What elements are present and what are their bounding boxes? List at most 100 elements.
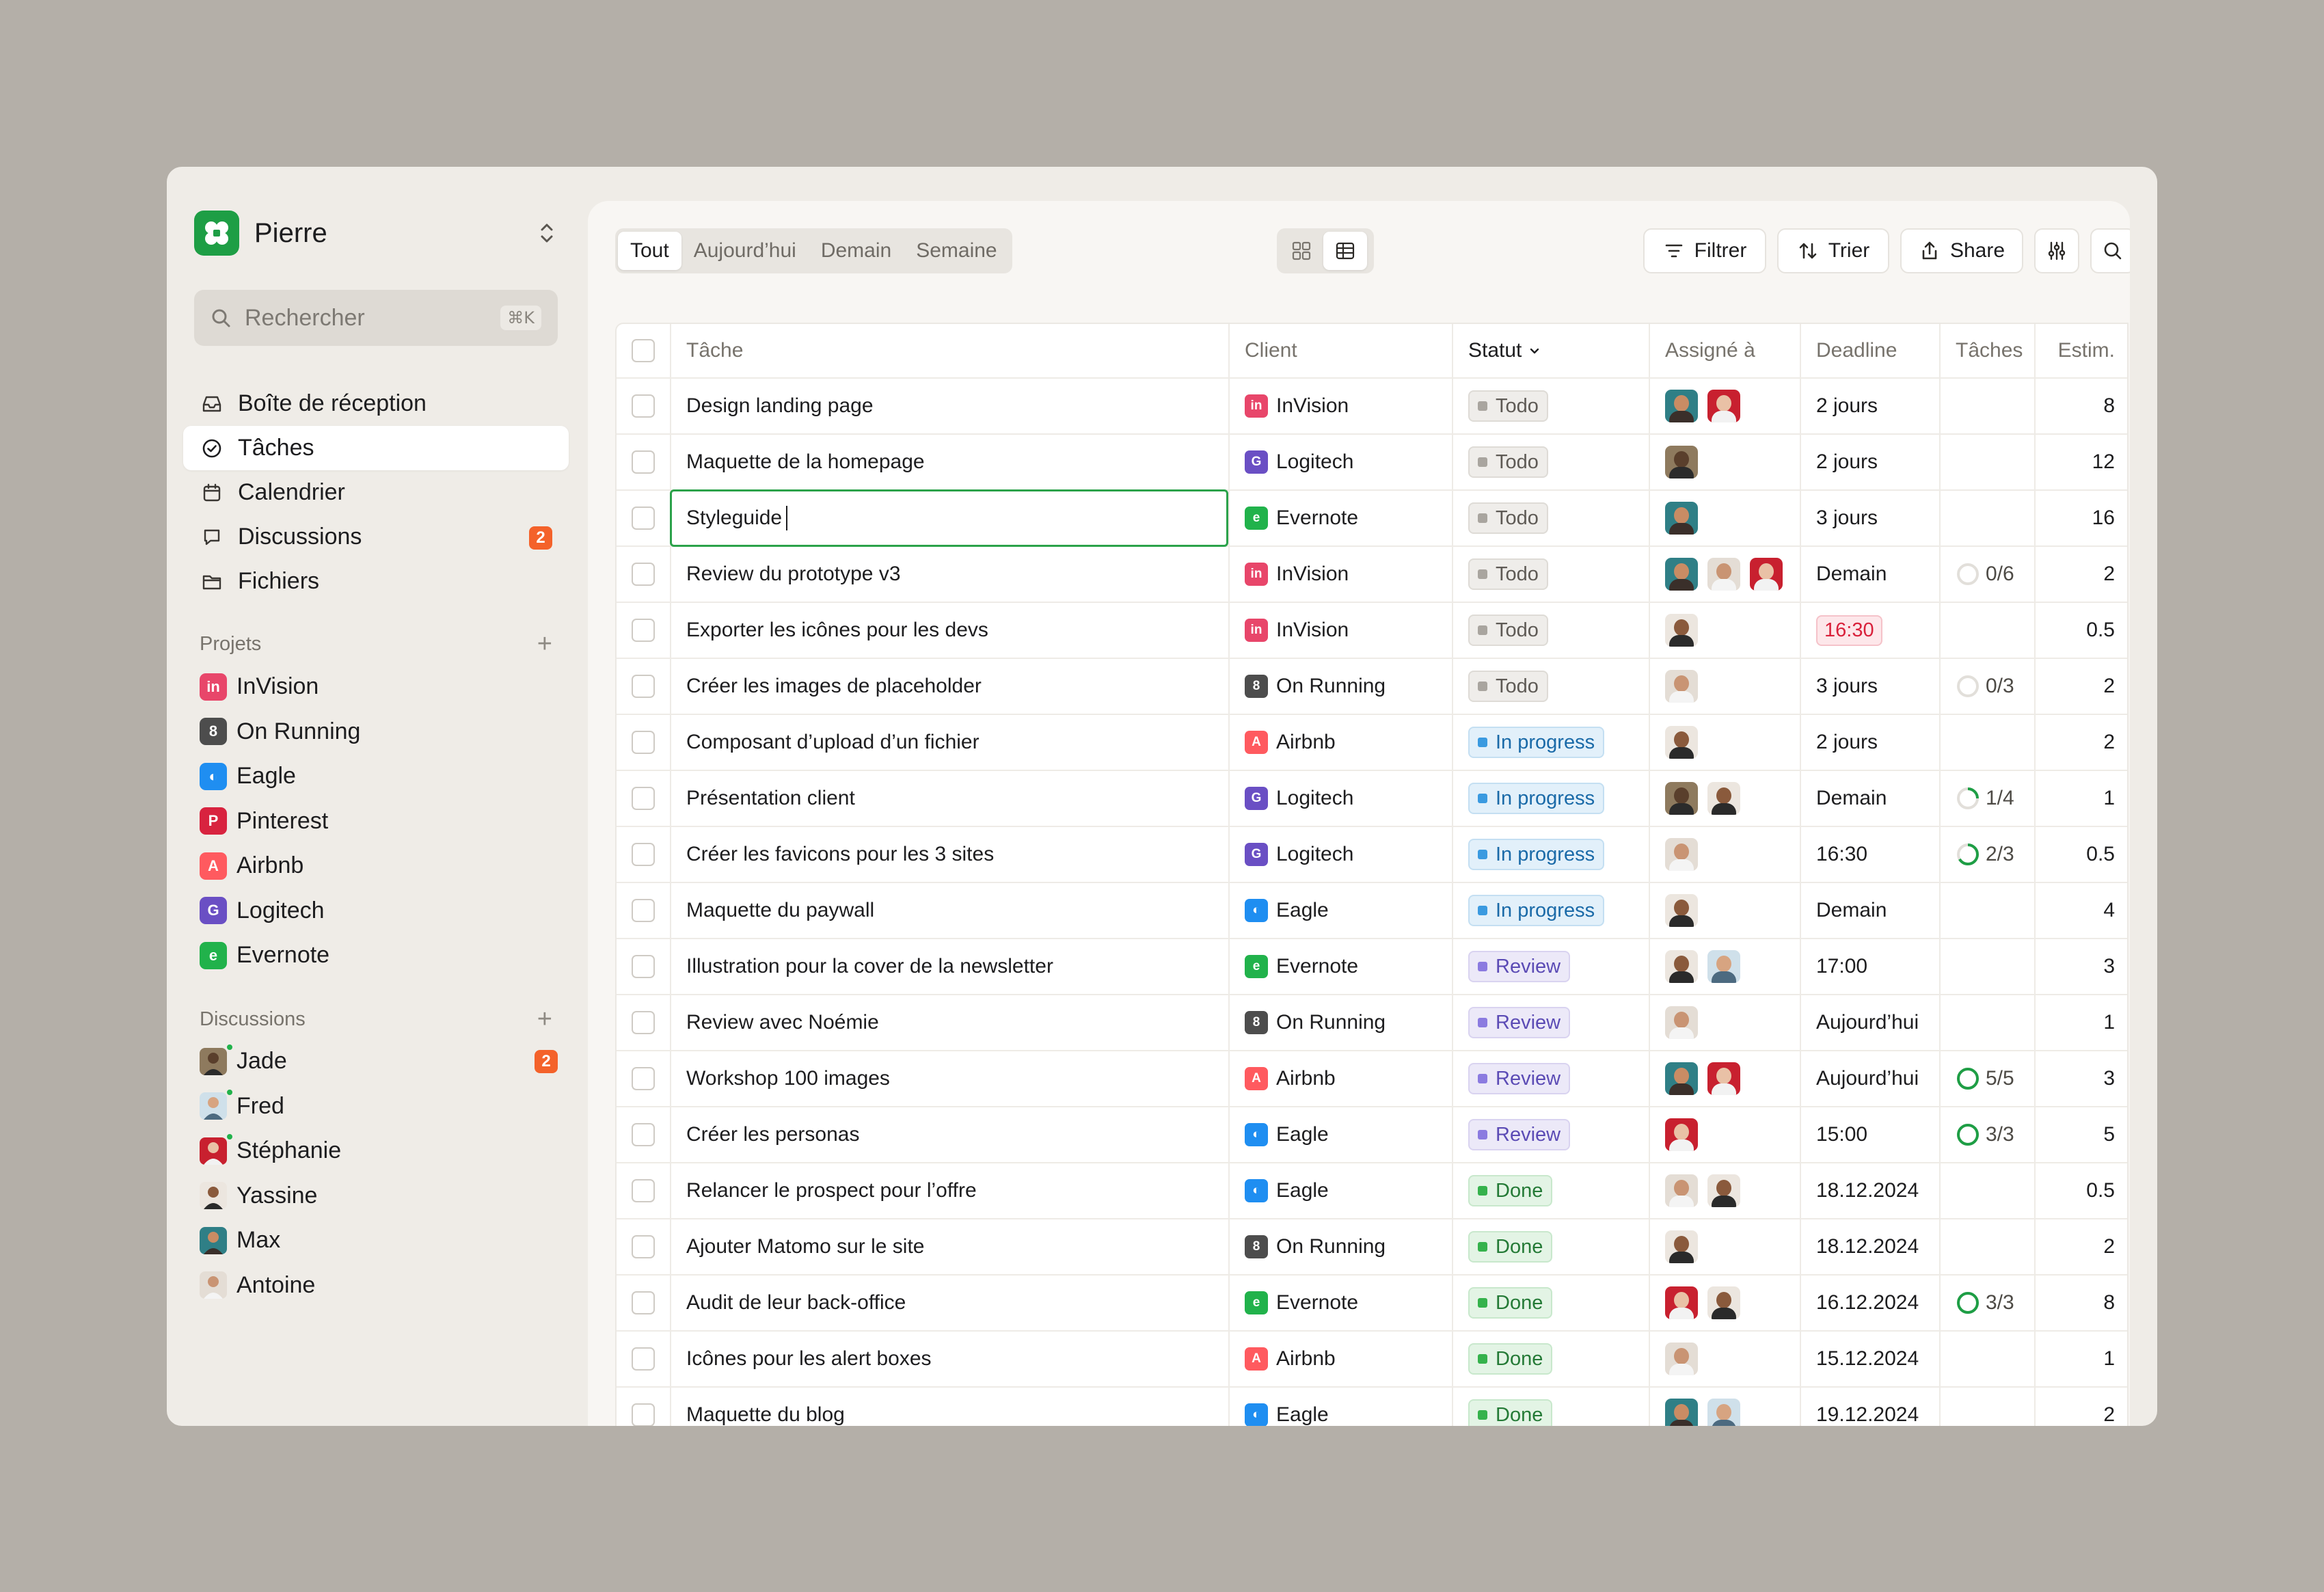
header-deadline[interactable]: Deadline	[1801, 324, 1941, 377]
task-cell[interactable]: Icônes pour les alert boxes	[671, 1332, 1230, 1386]
row-checkbox[interactable]	[632, 1235, 655, 1258]
client-cell[interactable]: A Airbnb	[1230, 1051, 1453, 1106]
nav-item-tasks[interactable]: Tâches	[183, 426, 569, 470]
task-cell[interactable]: Maquette de la homepage	[671, 435, 1230, 489]
table-row[interactable]: Maquette du blog ◐ Eagle Done 19.12.2024 2	[617, 1388, 2127, 1426]
select-all-checkbox[interactable]	[632, 339, 655, 362]
deadline-cell[interactable]: 18.12.2024	[1801, 1163, 1941, 1218]
status-badge[interactable]: Done	[1468, 1399, 1553, 1426]
client-cell[interactable]: G Logitech	[1230, 827, 1453, 882]
deadline-cell[interactable]: 3 jours	[1801, 659, 1941, 714]
discussion-item-antoine[interactable]: Antoine	[200, 1263, 558, 1308]
task-cell[interactable]: Maquette du paywall	[671, 883, 1230, 938]
row-checkbox[interactable]	[632, 675, 655, 698]
avatar-jade[interactable]	[1665, 782, 1698, 815]
row-checkbox[interactable]	[632, 1011, 655, 1034]
deadline-cell[interactable]: Aujourd’hui	[1801, 1051, 1941, 1106]
client-cell[interactable]: 8 On Running	[1230, 995, 1453, 1050]
add-discussion-icon[interactable]: +	[537, 1006, 552, 1032]
subtasks-cell[interactable]: 1/4	[1941, 771, 2036, 826]
deadline-cell[interactable]: Demain	[1801, 771, 1941, 826]
nav-item-files[interactable]: Fichiers	[183, 559, 569, 604]
task-cell[interactable]: Composant d’upload d’un fichier	[671, 715, 1230, 770]
subtasks-cell[interactable]	[1941, 379, 2036, 433]
estimate-cell[interactable]: 0.5	[2036, 603, 2130, 658]
subtasks-cell[interactable]	[1941, 883, 2036, 938]
task-cell[interactable]: Review avec Noémie	[671, 995, 1230, 1050]
estimate-cell[interactable]: 1	[2036, 995, 2130, 1050]
discussion-item-stephanie[interactable]: Stéphanie	[200, 1129, 558, 1174]
deadline-cell[interactable]: 19.12.2024	[1801, 1388, 1941, 1426]
row-checkbox[interactable]	[632, 1347, 655, 1371]
estimate-cell[interactable]: 2	[2036, 547, 2130, 602]
subtasks-cell[interactable]	[1941, 715, 2036, 770]
task-cell[interactable]: Styleguide	[670, 489, 1230, 547]
task-cell[interactable]: Relancer le prospect pour l’offre	[671, 1163, 1230, 1218]
status-cell[interactable]: Todo	[1453, 379, 1650, 433]
estimate-cell[interactable]: 2	[2036, 1388, 2130, 1426]
table-row[interactable]: Créer les favicons pour les 3 sites G Logi…	[617, 827, 2127, 883]
table-row[interactable]: Styleguide e Evernote Todo 3 jours 16	[617, 489, 2127, 547]
avatar-antoine[interactable]	[1665, 1006, 1698, 1039]
project-item-pinterest[interactable]: P Pinterest	[200, 799, 558, 844]
deadline-cell[interactable]: 18.12.2024	[1801, 1219, 1941, 1274]
deadline-cell[interactable]: Demain	[1801, 547, 1941, 602]
deadline-cell[interactable]: 2 jours	[1801, 379, 1941, 433]
task-cell[interactable]: Créer les images de placeholder	[671, 659, 1230, 714]
task-cell[interactable]: Présentation client	[671, 771, 1230, 826]
deadline-cell[interactable]: 16:30	[1801, 827, 1941, 882]
row-checkbox[interactable]	[632, 1403, 655, 1426]
table-row[interactable]: Icônes pour les alert boxes A Airbnb Done 15…	[617, 1332, 2127, 1388]
row-checkbox[interactable]	[632, 394, 655, 418]
estimate-cell[interactable]: 4	[2036, 883, 2130, 938]
tab-all[interactable]: Tout	[618, 232, 681, 270]
estimate-cell[interactable]: 2	[2036, 715, 2130, 770]
status-badge[interactable]: Done	[1468, 1175, 1553, 1206]
nav-item-discussions[interactable]: Discussions 2	[183, 515, 569, 559]
subtasks-cell[interactable]	[1941, 603, 2036, 658]
avatar-yassine[interactable]	[1665, 726, 1698, 759]
status-cell[interactable]: Done	[1453, 1388, 1650, 1426]
table-row[interactable]: Maquette de la homepage G Logitech Todo 2 jo…	[617, 435, 2127, 491]
estimate-cell[interactable]: 1	[2036, 1332, 2130, 1386]
grid-view-button[interactable]	[1280, 232, 1323, 270]
header-task[interactable]: Tâche	[671, 324, 1230, 377]
client-cell[interactable]: ◐ Eagle	[1230, 1163, 1453, 1218]
avatar-max[interactable]	[1665, 390, 1698, 422]
client-cell[interactable]: e Evernote	[1230, 939, 1453, 994]
deadline-cell[interactable]: 15.12.2024	[1801, 1332, 1941, 1386]
nav-item-calendar[interactable]: Calendrier	[183, 470, 569, 515]
assignees-cell[interactable]	[1650, 1388, 1801, 1426]
status-badge[interactable]: Done	[1468, 1231, 1553, 1263]
avatar-yassine[interactable]	[1665, 950, 1698, 983]
avatar-stephanie[interactable]	[1750, 558, 1783, 591]
row-checkbox[interactable]	[632, 1291, 655, 1314]
table-row[interactable]: Review avec Noémie 8 On Running Review Aujou…	[617, 995, 2127, 1051]
avatar-stephanie[interactable]	[1665, 1118, 1698, 1151]
status-badge[interactable]: Todo	[1468, 446, 1548, 478]
status-cell[interactable]: Review	[1453, 1107, 1650, 1162]
status-badge[interactable]: In progress	[1468, 895, 1605, 926]
assignees-cell[interactable]	[1650, 827, 1801, 882]
discussion-item-jade[interactable]: Jade 2	[200, 1039, 558, 1084]
subtasks-cell[interactable]	[1941, 1163, 2036, 1218]
table-row[interactable]: Design landing page in InVision Todo 2 jours…	[617, 379, 2127, 435]
avatar-max[interactable]	[1665, 502, 1698, 535]
avatar-antoine[interactable]	[1665, 1343, 1698, 1375]
table-row[interactable]: Composant d’upload d’un fichier A Airbnb In…	[617, 715, 2127, 771]
subtasks-cell[interactable]	[1941, 1219, 2036, 1274]
row-checkbox[interactable]	[632, 899, 655, 922]
status-cell[interactable]: Review	[1453, 995, 1650, 1050]
table-row[interactable]: Maquette du paywall ◐ Eagle In progress Dema…	[617, 883, 2127, 939]
assignees-cell[interactable]	[1650, 1051, 1801, 1106]
assignees-cell[interactable]	[1650, 603, 1801, 658]
table-row[interactable]: Créer les personas ◐ Eagle Review 15:00 3/3 5	[617, 1107, 2127, 1163]
add-project-icon[interactable]: +	[537, 631, 552, 657]
client-cell[interactable]: 8 On Running	[1230, 1219, 1453, 1274]
assignees-cell[interactable]	[1650, 1163, 1801, 1218]
estimate-cell[interactable]: 0.5	[2036, 1163, 2130, 1218]
project-item-evernote[interactable]: e Evernote	[200, 933, 558, 978]
status-badge[interactable]: Todo	[1468, 390, 1548, 422]
task-cell[interactable]: Audit de leur back-office	[671, 1276, 1230, 1330]
search-button[interactable]	[2090, 228, 2130, 273]
